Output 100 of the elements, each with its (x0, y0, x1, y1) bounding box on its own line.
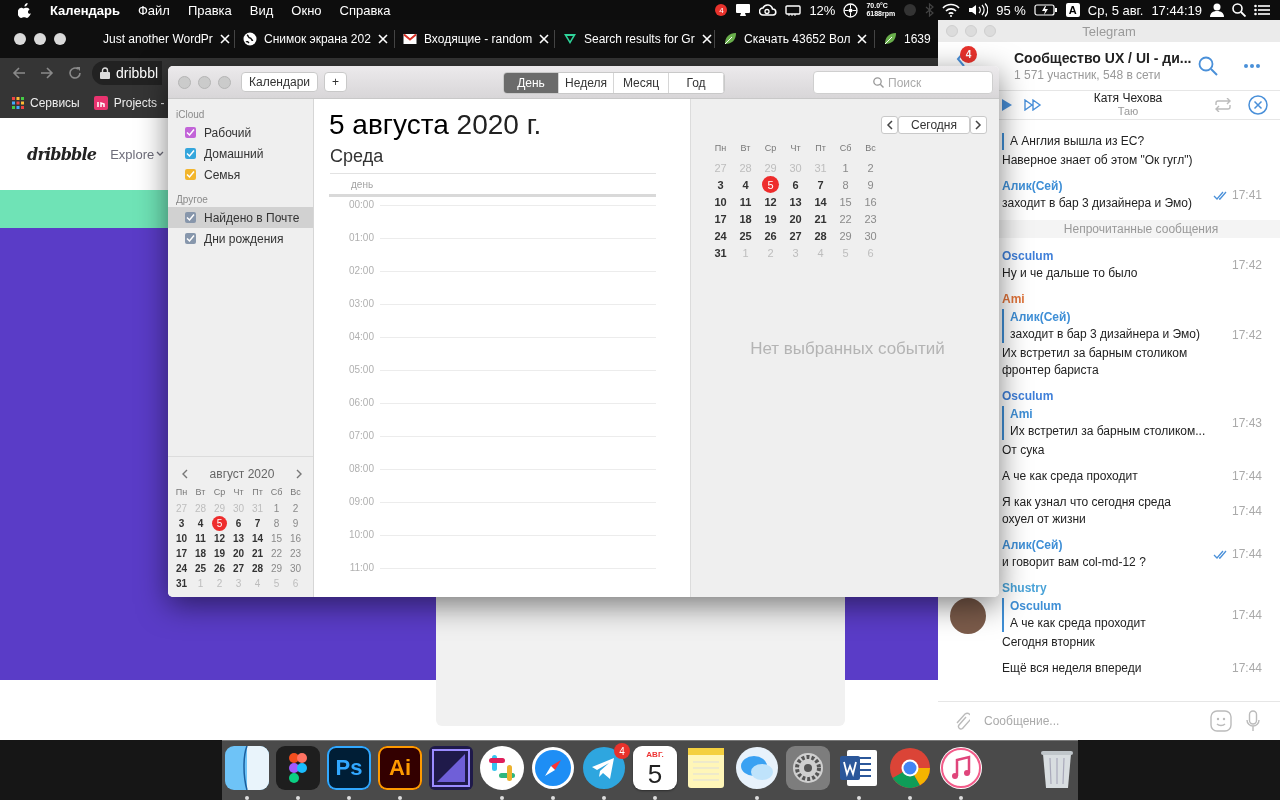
wifi-icon[interactable] (942, 3, 961, 17)
menu-bar-date[interactable]: Ср, 5 авг. (1087, 2, 1144, 18)
chevron-left-icon[interactable] (181, 469, 188, 479)
calendar-day[interactable]: 17 (712, 210, 729, 227)
figma-icon[interactable] (276, 746, 320, 790)
calendar-list-item[interactable]: Дни рождения (168, 228, 313, 249)
reply-quote[interactable]: А Англия вышла из ЕС? (1002, 133, 1262, 150)
bookmark[interactable]: Projects - (93, 96, 165, 110)
sender-name[interactable]: Алик(Сей) (1002, 537, 1213, 554)
calendar-app-icon[interactable]: АВГ. 5 (633, 746, 677, 790)
paper-plane-icon[interactable] (582, 746, 626, 790)
calendar-day[interactable]: 13 (231, 531, 246, 546)
calendar-day[interactable]: 3 (174, 516, 189, 531)
calendar-day[interactable]: 10 (174, 531, 189, 546)
calendar-day[interactable]: 11 (193, 531, 208, 546)
reply-quote[interactable]: Алик(Сей) заходит в бар 3 дизайнера и Эмо) (1002, 309, 1232, 343)
view-tab[interactable]: День (504, 73, 559, 93)
sender-name[interactable]: Osculum (1002, 388, 1232, 405)
calendar-day[interactable]: 14 (250, 531, 265, 546)
reload-icon[interactable] (68, 66, 82, 80)
calendar-list-item[interactable]: Рабочий (168, 122, 313, 143)
calendar-list-item[interactable]: Домашний (168, 143, 313, 164)
apple-icon[interactable] (18, 2, 32, 18)
calendar-day[interactable]: 7 (250, 516, 265, 531)
calendar-day[interactable]: 20 (231, 546, 246, 561)
calendar-day[interactable]: 6 (231, 516, 246, 531)
calendar-day[interactable]: 21 (812, 210, 829, 227)
fan-icon[interactable] (843, 2, 859, 18)
browser-tab[interactable]: Входящие - random (395, 30, 555, 48)
calendar-day[interactable]: 19 (762, 210, 779, 227)
calendar-day[interactable]: 21 (250, 546, 265, 561)
calendar-day[interactable]: 19 (212, 546, 227, 561)
bookmark[interactable]: Сервисы (12, 96, 80, 110)
browser-tab[interactable]: Search results for Gr (555, 30, 715, 48)
checkbox[interactable] (185, 233, 196, 244)
calendar-day[interactable]: 10 (712, 193, 729, 210)
view-tab[interactable]: Месяц (614, 73, 669, 93)
calendar-day[interactable]: 3 (712, 176, 729, 193)
calendar-day[interactable]: 5 (212, 516, 227, 531)
gear-icon[interactable] (786, 746, 830, 790)
calendar-day[interactable]: 4 (737, 176, 754, 193)
next-button[interactable] (970, 116, 987, 134)
calendar-day[interactable]: 25 (737, 227, 754, 244)
menu-item[interactable]: Окно (291, 2, 322, 18)
calendar-day[interactable]: 31 (712, 244, 729, 261)
calendar-day[interactable]: 20 (787, 210, 804, 227)
ring-logo-icon[interactable] (888, 746, 932, 790)
music-note-icon[interactable] (939, 746, 983, 790)
browser-tab[interactable]: Just another WordPr (95, 30, 235, 48)
nav-link[interactable]: Explore (110, 146, 165, 162)
window-control[interactable] (54, 33, 66, 45)
calendar-day[interactable]: 4 (193, 516, 208, 531)
reply-quote[interactable]: Ami Их встретил за барным столиком... (1002, 406, 1232, 440)
calendar-day[interactable]: 13 (787, 193, 804, 210)
checkbox[interactable] (185, 212, 196, 223)
calendars-button[interactable]: Календари (241, 72, 319, 92)
calendar-day[interactable]: 26 (762, 227, 779, 244)
battery-icon[interactable] (1033, 4, 1058, 16)
menu-item[interactable]: Справка (339, 2, 391, 18)
calendar-day[interactable]: 18 (737, 210, 754, 227)
app-icon[interactable]: Ps (327, 746, 371, 790)
browser-tab[interactable]: Скачать 43652 Вол (715, 30, 875, 48)
reply-quote[interactable]: Osculum А че как среда проходит (1002, 598, 1232, 632)
today-button[interactable]: Сегодня (898, 116, 970, 134)
app-icon[interactable]: Ai (378, 746, 422, 790)
add-button[interactable]: + (324, 72, 348, 92)
paperclip-icon[interactable] (954, 711, 970, 731)
calendar-day[interactable]: 31 (174, 576, 189, 591)
volume-icon[interactable] (968, 3, 989, 17)
list-icon[interactable] (1254, 4, 1270, 16)
forward-icon[interactable] (40, 66, 54, 80)
menu-item[interactable]: Вид (249, 2, 274, 18)
cloud-icon[interactable] (759, 3, 778, 17)
speech-bubble-icon[interactable] (735, 746, 779, 790)
back-icon[interactable] (12, 66, 26, 80)
calendar-list-item[interactable]: Найдено в Почте (168, 207, 313, 228)
view-tab[interactable]: Неделя (559, 73, 614, 93)
search-field[interactable]: Поиск (813, 71, 993, 94)
calendar-day[interactable]: 26 (212, 561, 227, 576)
menu-bar-clock[interactable]: 17:44:19 (1151, 2, 1202, 18)
app-menu[interactable]: Календарь (50, 2, 120, 18)
calendar-day[interactable]: 12 (762, 193, 779, 210)
view-tab[interactable]: Год (669, 73, 724, 93)
compass-icon[interactable] (531, 746, 575, 790)
monitor-icon[interactable] (735, 3, 752, 17)
address-bar[interactable]: dribbbl (92, 61, 162, 85)
menu-item[interactable]: Правка (187, 2, 232, 18)
calendar-day[interactable]: 14 (812, 193, 829, 210)
calendar-day[interactable]: 27 (231, 561, 246, 576)
previous-button[interactable] (881, 116, 898, 134)
browser-tab[interactable]: 1639 (875, 30, 940, 48)
window-control[interactable] (14, 33, 26, 45)
calendar-list-item[interactable]: Семья (168, 164, 313, 185)
sender-name[interactable]: Алик(Сей) (1002, 178, 1213, 195)
calendar-day[interactable]: 6 (787, 176, 804, 193)
search-icon[interactable] (1232, 3, 1246, 17)
slack-icon[interactable] (480, 746, 524, 790)
browser-tab[interactable]: Снимок экрана 202 (235, 30, 395, 48)
calendar-day[interactable]: 12 (212, 531, 227, 546)
calendar-day[interactable]: 28 (250, 561, 265, 576)
